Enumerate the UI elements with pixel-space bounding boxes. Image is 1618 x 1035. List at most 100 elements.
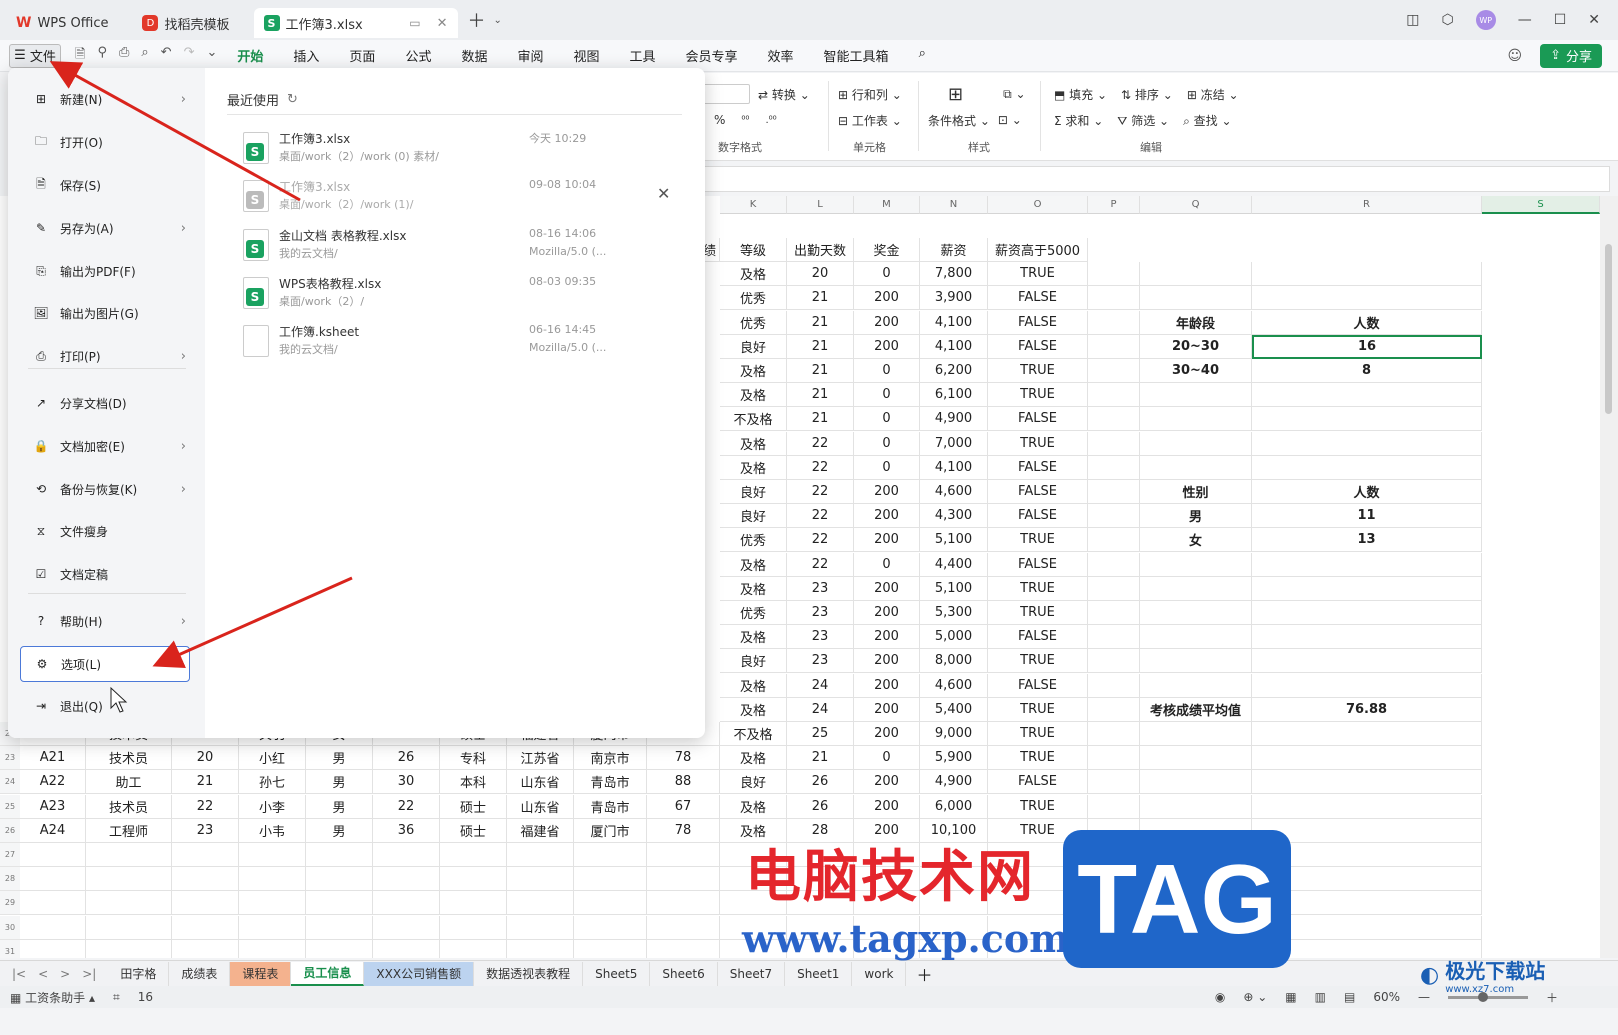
table-cell[interactable]: 20 — [787, 262, 854, 287]
empty-cell[interactable] — [647, 867, 720, 892]
table-cell[interactable]: 0 — [854, 359, 920, 383]
tab-data[interactable]: 数据 — [461, 46, 487, 65]
table-cell[interactable]: 21 — [787, 359, 854, 383]
zoom-slider[interactable] — [1447, 991, 1528, 1002]
table-cell[interactable]: 200 — [854, 794, 920, 819]
empty-cell[interactable] — [1140, 286, 1252, 311]
file-menu-item[interactable]: ☑ 文档定稿 — [20, 556, 190, 592]
table-cell[interactable]: 7,000 — [920, 431, 988, 456]
empty-cell[interactable] — [1088, 262, 1140, 287]
summary-cell[interactable]: 男 — [1140, 504, 1252, 529]
table-cell[interactable]: 26 — [373, 746, 440, 771]
empty-cell[interactable] — [306, 939, 373, 958]
table-cell[interactable]: 23 — [787, 649, 854, 674]
empty-cell[interactable] — [440, 939, 507, 958]
table-cell[interactable]: 4,100 — [920, 455, 988, 480]
table-cell[interactable]: 男 — [306, 770, 373, 795]
vertical-scrollbar[interactable] — [1600, 196, 1618, 958]
row-header[interactable]: 28 — [0, 867, 20, 892]
table-cell[interactable]: 200 — [854, 334, 920, 359]
empty-cell[interactable] — [574, 843, 647, 867]
empty-cell[interactable] — [1088, 722, 1140, 746]
empty-cell[interactable] — [1252, 722, 1482, 746]
add-sheet-icon[interactable]: ＋ — [916, 962, 932, 986]
summary-cell[interactable]: 76.88 — [1252, 697, 1482, 722]
location-icon[interactable]: ⊕ ⌄ — [1243, 990, 1267, 1004]
preview-icon[interactable]: ⌕ — [141, 45, 148, 67]
table-cell[interactable]: 6,200 — [920, 359, 988, 383]
table-cell[interactable]: 青岛市 — [574, 770, 647, 795]
empty-cell[interactable] — [20, 939, 86, 958]
sheet-tab[interactable]: 员工信息 — [291, 961, 365, 986]
empty-cell[interactable] — [172, 843, 239, 867]
empty-cell[interactable] — [1140, 455, 1252, 480]
table-cell[interactable]: A22 — [20, 770, 86, 795]
table-cell[interactable]: 5,000 — [920, 625, 988, 650]
table-cell[interactable]: FALSE — [988, 625, 1088, 650]
column-title-cell[interactable]: 等级 — [720, 238, 787, 262]
empty-cell[interactable] — [86, 843, 172, 867]
table-cell[interactable]: 200 — [854, 504, 920, 529]
share-button[interactable]: ⇪ 分享 — [1540, 43, 1602, 68]
row-header[interactable]: 25 — [0, 794, 20, 819]
file-menu-item[interactable]: 🖼 输出为图片(G) — [20, 295, 190, 331]
table-cell[interactable]: 21 — [787, 383, 854, 408]
zoom-level[interactable]: 60% — [1373, 990, 1400, 1004]
file-menu-item[interactable]: ⧖ 文件瘦身 — [20, 513, 190, 549]
table-cell[interactable]: 及格 — [720, 697, 787, 722]
table-cell[interactable]: TRUE — [988, 431, 1088, 456]
next-sheet-icon[interactable]: > — [60, 967, 70, 981]
border-icon[interactable]: ⊡ ⌄ — [998, 113, 1022, 127]
table-cell[interactable]: 江苏省 — [507, 746, 574, 771]
empty-cell[interactable] — [86, 915, 172, 940]
close-icon[interactable]: ✕ — [657, 184, 670, 203]
table-cell[interactable]: 良好 — [720, 504, 787, 529]
zoom-in-icon[interactable]: ＋ — [1546, 989, 1558, 1006]
table-cell[interactable]: 67 — [647, 794, 720, 819]
empty-cell[interactable] — [1140, 431, 1252, 456]
tab-member[interactable]: 会员专享 — [686, 46, 738, 65]
empty-cell[interactable] — [172, 891, 239, 916]
table-cell[interactable]: 21 — [787, 286, 854, 311]
tab-smart-toolbox[interactable]: 智能工具箱 — [824, 46, 889, 65]
freeze-button[interactable]: ⊞ 冻结 ⌄ — [1187, 86, 1239, 103]
table-cell[interactable]: 26 — [787, 794, 854, 819]
empty-cell[interactable] — [306, 843, 373, 867]
empty-cell[interactable] — [1088, 576, 1140, 601]
empty-cell[interactable] — [1088, 746, 1140, 771]
empty-cell[interactable] — [507, 891, 574, 916]
table-cell[interactable]: 25 — [787, 722, 854, 746]
empty-cell[interactable] — [1088, 480, 1140, 504]
column-header-k[interactable]: K — [720, 196, 787, 214]
empty-cell[interactable] — [1140, 576, 1252, 601]
file-menu-item[interactable]: ↗ 分享文档(D) — [20, 385, 190, 421]
row-header[interactable]: 23 — [0, 746, 20, 771]
table-cell[interactable]: 山东省 — [507, 794, 574, 819]
search-icon[interactable]: ⌕ — [919, 46, 926, 65]
empty-cell[interactable] — [1252, 625, 1482, 650]
table-cell[interactable]: 0 — [854, 455, 920, 480]
empty-cell[interactable] — [1088, 625, 1140, 650]
file-menu-item[interactable]: 🗀 打开(O) — [20, 124, 190, 160]
empty-cell[interactable] — [1140, 649, 1252, 674]
table-cell[interactable]: 4,100 — [920, 334, 988, 359]
file-menu-item[interactable]: ⟲ 备份与恢复(K) › — [20, 471, 190, 507]
normal-view-icon[interactable]: ▦ — [1285, 990, 1296, 1004]
summary-cell[interactable]: 20~30 — [1140, 334, 1252, 359]
table-cell[interactable]: 工程师 — [86, 818, 172, 843]
table-cell[interactable]: 硕士 — [440, 794, 507, 819]
table-cell[interactable]: TRUE — [988, 794, 1088, 819]
empty-cell[interactable] — [1088, 649, 1140, 674]
table-cell[interactable]: A21 — [20, 746, 86, 771]
table-cell[interactable]: 4,600 — [920, 673, 988, 698]
empty-cell[interactable] — [1252, 601, 1482, 625]
table-cell[interactable]: 良好 — [720, 649, 787, 674]
summary-cell[interactable]: 年龄段 — [1140, 310, 1252, 335]
empty-cell[interactable] — [306, 891, 373, 916]
table-cell[interactable]: 22 — [787, 431, 854, 456]
empty-cell[interactable] — [239, 891, 306, 916]
empty-cell[interactable] — [440, 891, 507, 916]
table-cell[interactable]: 22 — [787, 455, 854, 480]
empty-cell[interactable] — [574, 939, 647, 958]
summary-cell[interactable]: 16 — [1252, 334, 1482, 359]
